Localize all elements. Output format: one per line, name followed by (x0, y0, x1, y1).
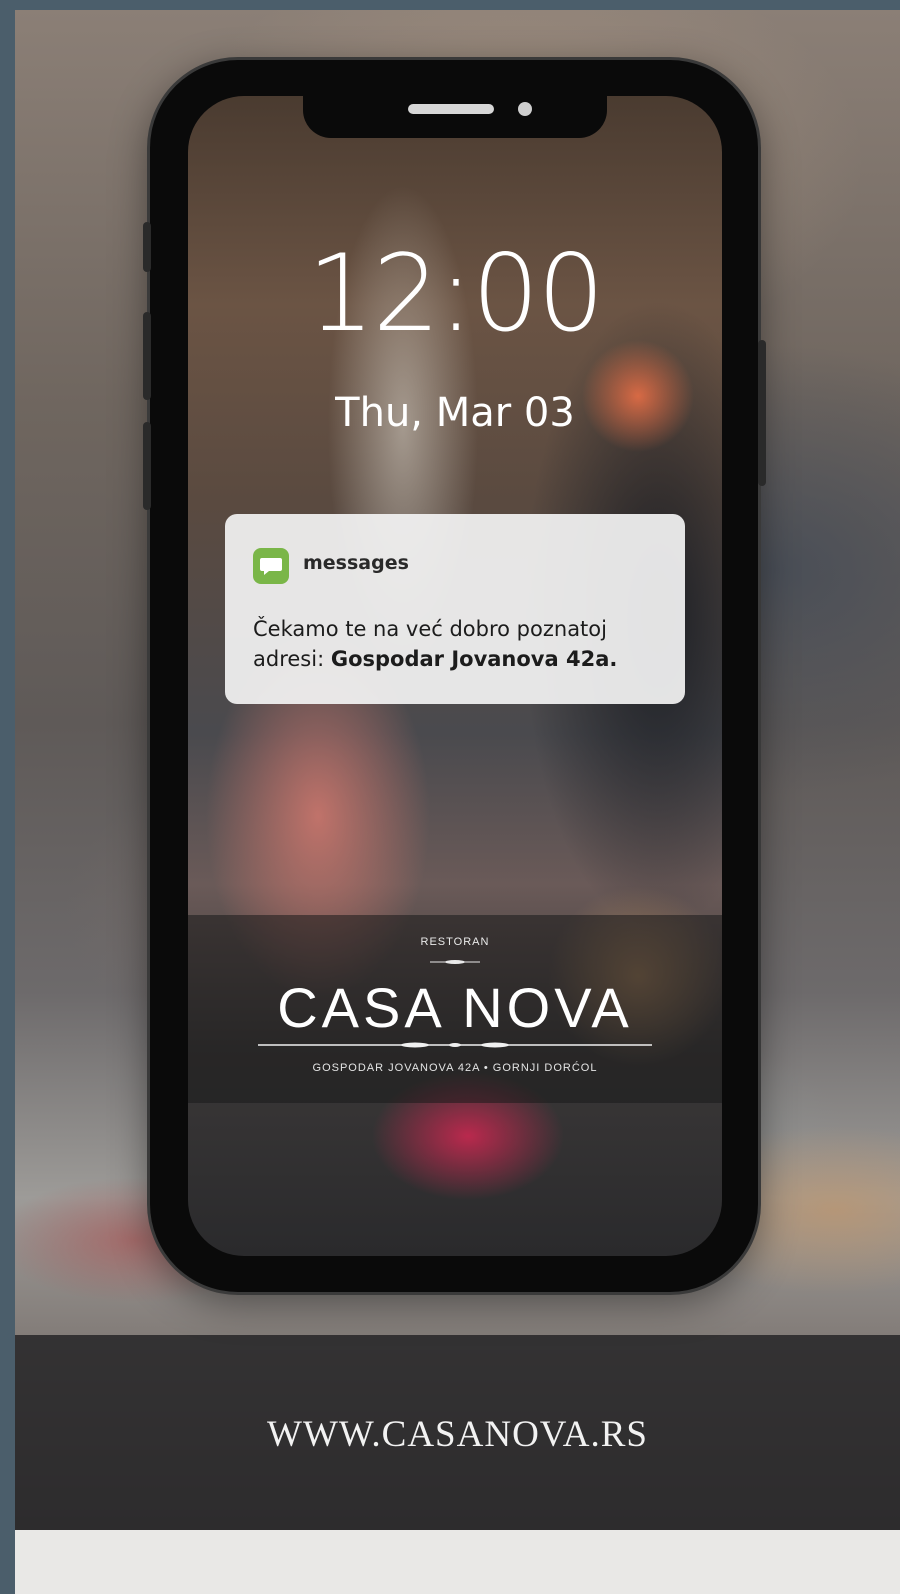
notification-app-name: messages (303, 552, 409, 574)
lockscreen-date: Thu, Mar 03 (335, 390, 575, 436)
power-button (758, 340, 766, 486)
volume-down-button (143, 422, 151, 510)
message-bubble-icon (253, 548, 289, 584)
volume-up-button (143, 312, 151, 400)
lockscreen-time: 12:00 (307, 232, 604, 355)
phone-notch (303, 96, 607, 138)
notification-message: Čekamo te na već dobro poznatoj adresi: … (253, 614, 673, 674)
speaker-grille (408, 104, 494, 114)
silent-switch (143, 222, 151, 272)
bottom-strip (15, 1530, 900, 1594)
logo-top-ornament (430, 960, 480, 964)
logo-name: CASA NOVA (277, 976, 633, 1039)
front-camera-icon (518, 102, 532, 116)
logo-subtitle: RESTORAN (420, 936, 490, 948)
website-url[interactable]: WWW.CASANOVA.RS (15, 1413, 900, 1456)
logo-ornament-rule (258, 1042, 652, 1048)
logo-address: GOSPODAR JOVANOVA 42A • GORNJI DORĆOL (312, 1062, 598, 1074)
notification-address: Gospodar Jovanova 42a. (330, 647, 618, 671)
message-notification[interactable]: messages Čekamo te na već dobro poznatoj… (225, 514, 685, 704)
